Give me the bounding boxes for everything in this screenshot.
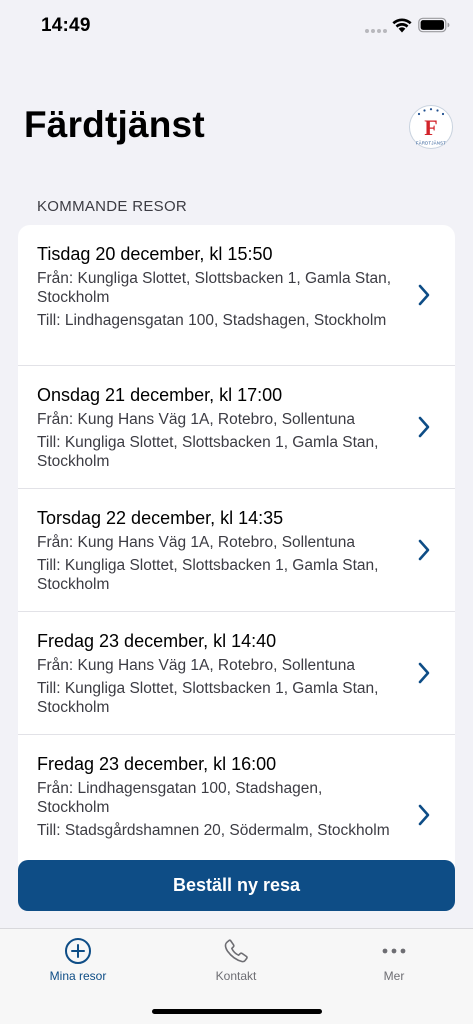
book-new-trip-button[interactable]: Beställ ny resa (18, 860, 455, 911)
trip-to: Till: Lindhagensgatan 100, Stadshagen, S… (37, 312, 387, 329)
tab-mina-resor[interactable]: Mina resor (18, 929, 138, 991)
trip-to: Till: Kungliga Slottet, Slottsbacken 1, … (37, 680, 379, 716)
chevron-right-icon (418, 539, 430, 561)
trip-to: Till: Stadsgårdshamnen 20, Södermalm, St… (37, 822, 390, 839)
section-header: KOMMANDE RESOR (37, 198, 188, 215)
chevron-right-icon (418, 416, 430, 438)
trip-date: Torsdag 22 december, kl 14:35 (37, 508, 284, 528)
trip-to: Till: Kungliga Slottet, Slottsbacken 1, … (37, 557, 379, 593)
trip-row[interactable]: Fredag 23 december, kl 14:40 Från: Kung … (18, 612, 455, 735)
tab-kontakt[interactable]: Kontakt (176, 929, 296, 991)
chevron-right-icon (418, 804, 430, 826)
trip-row[interactable]: Torsdag 22 december, kl 14:35 Från: Kung… (18, 489, 455, 612)
trip-to: Till: Kungliga Slottet, Slottsbacken 1, … (37, 434, 379, 470)
tab-label: Mer (383, 969, 405, 983)
svg-text:FÄRDTJÄNST: FÄRDTJÄNST (416, 141, 446, 146)
status-bar: 14:49 (0, 0, 473, 54)
page-title: Färdtjänst (24, 104, 205, 145)
tab-mer[interactable]: Mer (334, 929, 454, 991)
trip-from: Från: Kungliga Slottet, Slottsbacken 1, … (37, 270, 392, 306)
trip-date: Fredag 23 december, kl 14:40 (37, 631, 277, 651)
svg-text:F: F (424, 115, 437, 140)
plus-circle-icon (65, 938, 91, 964)
chevron-right-icon (418, 284, 430, 306)
fardtjanst-logo: F FÄRDTJÄNST (409, 105, 453, 149)
trip-row[interactable]: Onsdag 21 december, kl 17:00 Från: Kung … (18, 366, 455, 489)
cellular-signal-icon (365, 28, 387, 34)
tab-label: Mina resor (49, 969, 107, 983)
trip-row[interactable]: Tisdag 20 december, kl 15:50 Från: Kungl… (18, 225, 455, 366)
trip-date: Fredag 23 december, kl 16:00 (37, 754, 277, 774)
trip-from: Från: Lindhagensgatan 100, Stadshagen, S… (37, 780, 323, 816)
trip-from: Från: Kung Hans Väg 1A, Rotebro, Sollent… (37, 411, 355, 428)
trip-date: Onsdag 21 december, kl 17:00 (37, 385, 283, 405)
home-indicator (152, 1009, 322, 1014)
chevron-right-icon (418, 662, 430, 684)
phone-icon (224, 939, 248, 963)
trip-date: Tisdag 20 december, kl 15:50 (37, 244, 273, 264)
wifi-icon (392, 18, 412, 33)
tab-label: Kontakt (215, 969, 257, 983)
trip-from: Från: Kung Hans Väg 1A, Rotebro, Sollent… (37, 657, 355, 674)
more-dots-icon (382, 948, 406, 954)
battery-icon (418, 17, 450, 33)
status-time: 14:49 (41, 15, 91, 36)
trip-from: Från: Kung Hans Väg 1A, Rotebro, Sollent… (37, 534, 355, 551)
screen: 14:49 Färdtjänst F FÄRDTJÄNST KOMMANDE R… (0, 0, 473, 1024)
upcoming-trips-list: Tisdag 20 december, kl 15:50 Från: Kungl… (18, 225, 455, 885)
